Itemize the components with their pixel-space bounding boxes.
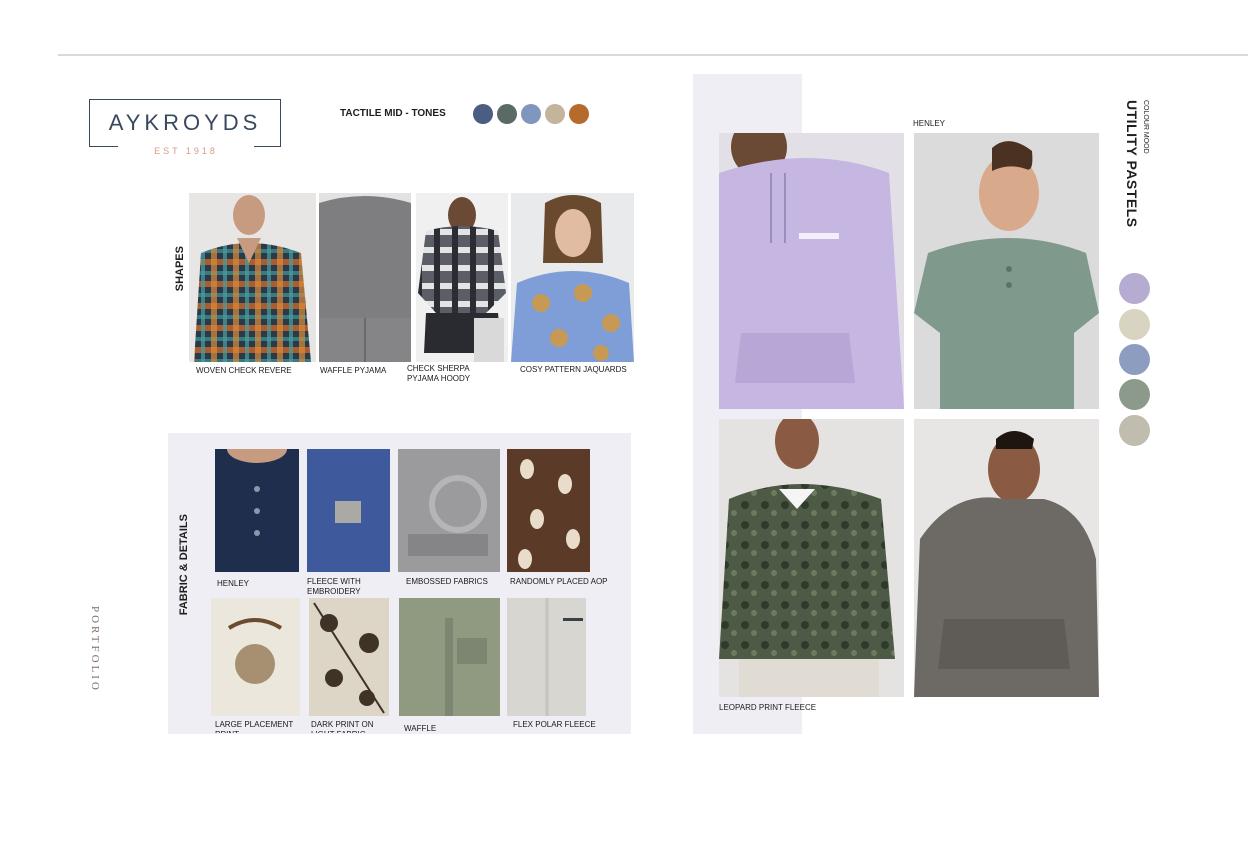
palette-swatch (497, 104, 517, 124)
photo-embossed-fabrics (398, 449, 500, 572)
brand-tagline-row: EST 1918 (118, 141, 254, 156)
photo-henley-detail (215, 449, 299, 572)
fabric-caption: EMBOSSED FABRICS (406, 577, 488, 586)
shapes-caption: COSY PATTERN JAQUARDS (520, 365, 627, 374)
fabric-caption: FLEX POLAR FLEECE (513, 720, 596, 729)
utility-swatch (1119, 309, 1150, 340)
brand-name: AYKROYDS (108, 110, 262, 135)
utility-leopard-label: LEOPARD PRINT FLEECE (719, 703, 817, 712)
photo-sage-henley (914, 133, 1099, 409)
palette-title: TACTILE MID - TONES (340, 108, 446, 119)
palette-swatch (569, 104, 589, 124)
top-divider (58, 54, 1248, 56)
photo-fleece-embroidery (307, 449, 390, 572)
utility-swatch (1119, 344, 1150, 375)
photo-cosy-pattern-jaquards (511, 193, 634, 362)
palette-swatch (473, 104, 493, 124)
photo-flex-polar-fleece (507, 598, 586, 716)
fabric-caption: HENLEY (217, 579, 250, 588)
photo-woven-check-revere (189, 193, 316, 362)
utility-swatch (1119, 273, 1150, 304)
fabric-caption: RANDOMLY PLACED AOP (510, 577, 608, 586)
utility-kicker: COLOUR MOOD (1142, 100, 1149, 154)
photo-waffle-pyjama (319, 193, 411, 362)
photo-waffle-detail (399, 598, 500, 716)
photo-grey-sherpa-hoodie (914, 419, 1099, 697)
brand-logo: AYKROYDS (89, 99, 281, 147)
fabric-caption: FLEECE WITH EMBROIDERY (307, 577, 361, 596)
fabric-caption: WAFFLE (404, 724, 437, 733)
photo-randomly-placed-aop (507, 449, 590, 572)
palette-swatch (545, 104, 565, 124)
brand-tagline: EST 1918 (154, 146, 218, 156)
shapes-caption: CHECK SHERPA PYJAMA HOODY (407, 364, 471, 383)
fabric-title: FABRIC & DETAILS (178, 514, 190, 616)
photo-dark-print-light-fabric (309, 598, 389, 716)
photo-check-sherpa-hoody (416, 193, 508, 362)
palette-swatch (521, 104, 541, 124)
utility-title-block: UTILITY PASTELS (1124, 100, 1140, 228)
utility-title: UTILITY PASTELS (1124, 100, 1140, 228)
fabric-caption: DARK PRINT ON LIGHT FABRIC (311, 720, 374, 733)
fabric-caption: LARGE PLACEMENT PRINT (215, 720, 294, 733)
utility-swatch (1119, 415, 1150, 446)
photo-large-placement-print (211, 598, 300, 716)
utility-swatch (1119, 379, 1150, 410)
shapes-title: SHAPES (174, 246, 186, 292)
shapes-caption: WOVEN CHECK REVERE (196, 366, 292, 375)
shapes-caption: WAFFLE PYJAMA (320, 366, 387, 375)
utility-henley-label: HENLEY (913, 119, 946, 128)
photo-leopard-fleece (719, 419, 904, 697)
portfolio-label: PORTFOLIO (89, 606, 101, 693)
photo-lilac-hoodie (719, 133, 904, 409)
